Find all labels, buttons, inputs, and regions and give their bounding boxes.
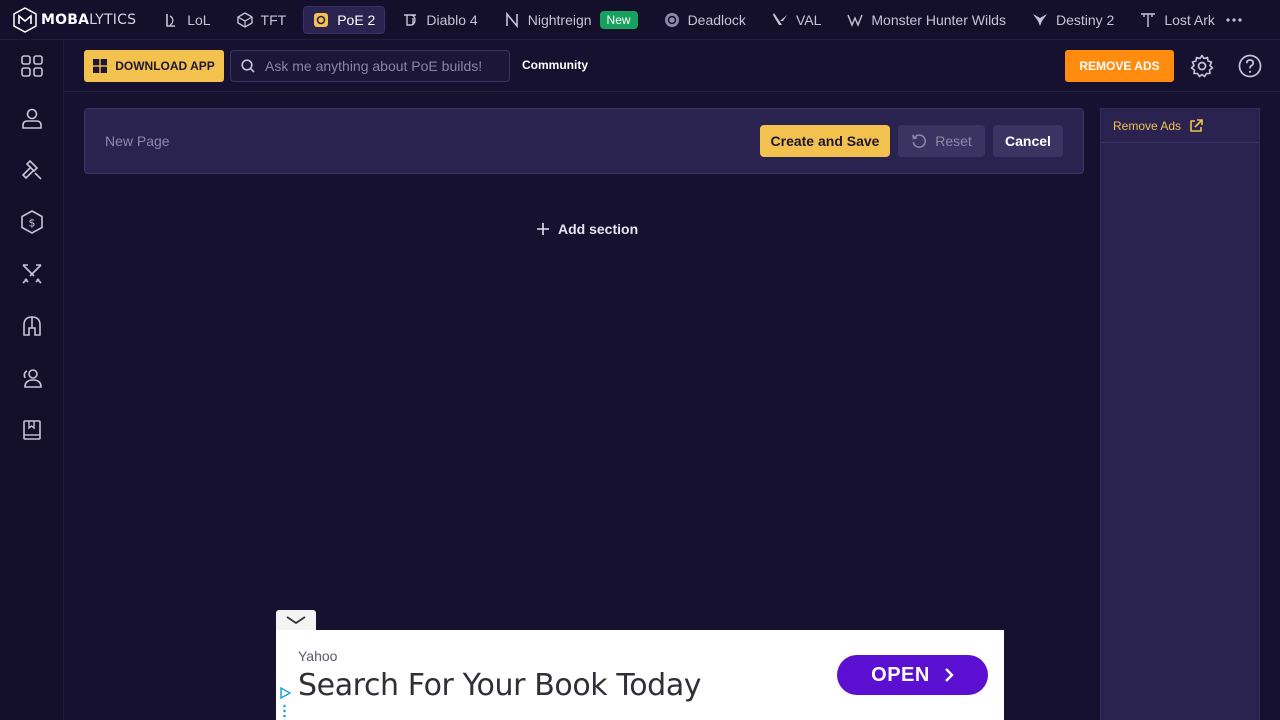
search-icon (241, 59, 255, 73)
game-tab-poe2[interactable]: PoE 2 (303, 5, 386, 34)
game-tab-destiny2[interactable]: Destiny 2 (1023, 6, 1123, 34)
deadlock-icon (664, 12, 680, 28)
community-people-icon (23, 369, 42, 388)
game-tab-label: PoE 2 (337, 11, 376, 28)
new-badge: New (599, 10, 638, 29)
ad-open-button[interactable]: OPEN (837, 655, 988, 695)
add-section-button[interactable]: Add section (536, 221, 638, 237)
page-header: DOWNLOAD APP Community REMOVE ADS (64, 40, 1280, 92)
remove-ads-link-label: Remove Ads (1113, 118, 1182, 133)
lost-ark-icon (1140, 12, 1156, 28)
sidebar-item-community[interactable] (0, 352, 63, 404)
right-panel-header: Remove Ads (1101, 109, 1259, 143)
more-games-icon[interactable] (1224, 10, 1244, 30)
game-tab-tft[interactable]: TFT (228, 6, 296, 34)
ad-collapse-button[interactable] (276, 610, 316, 630)
search-box[interactable] (230, 50, 510, 82)
sidebar-item-items[interactable] (0, 300, 63, 352)
game-tab-label: Deadlock (687, 11, 746, 28)
monster-hunter-icon (847, 12, 864, 28)
game-tab-lol[interactable]: LoL (154, 6, 219, 34)
game-tab-label: Destiny 2 (1055, 11, 1115, 28)
diablo4-icon (402, 12, 418, 28)
game-tab-deadlock[interactable]: Deadlock (655, 6, 755, 34)
external-link-icon (1190, 118, 1203, 132)
logo-text-light: LYTICS (89, 11, 137, 28)
chevron-down-icon (286, 616, 306, 624)
page-title-input[interactable]: New Page (105, 133, 170, 149)
chevron-right-icon (944, 668, 954, 682)
ad-source: Yahoo (298, 648, 338, 664)
page-editor-panel: New Page Create and Save Reset Cancel (84, 108, 1084, 174)
ad-banner[interactable]: Yahoo Search For Your Book Today OPEN (276, 630, 1004, 720)
windows-icon (93, 59, 108, 73)
sidebar-item-menu[interactable] (0, 40, 63, 92)
game-tab-label: LoL (187, 11, 211, 28)
game-tab-nightreign[interactable]: Nightreign New (495, 6, 647, 34)
helmet-icon (22, 316, 41, 336)
tft-icon (236, 11, 253, 28)
adchoices-icon[interactable] (279, 687, 291, 699)
destiny2-icon (1032, 12, 1048, 28)
help-icon[interactable] (1238, 54, 1262, 78)
game-tab-label: VAL (795, 11, 822, 28)
ad-headline[interactable]: Search For Your Book Today (298, 668, 702, 703)
reset-label: Reset (935, 133, 972, 149)
right-ad-panel: Remove Ads (1100, 108, 1260, 720)
game-tabs: LoL TFT PoE 2 Diablo 4 Nightreign New De… (154, 0, 1232, 40)
gear-icon[interactable] (1190, 54, 1214, 78)
reset-button[interactable]: Reset (898, 125, 985, 157)
plus-icon (537, 223, 549, 235)
profile-icon (21, 108, 42, 129)
swords-icon (21, 264, 42, 284)
poe2-icon (313, 12, 329, 28)
create-and-save-button[interactable]: Create and Save (760, 125, 890, 157)
game-tab-diablo4[interactable]: Diablo 4 (393, 6, 486, 34)
currency-icon: $ (20, 210, 43, 234)
community-link[interactable]: Community (522, 58, 588, 72)
sidebar-item-guides[interactable] (0, 404, 63, 456)
sidebar-item-builds[interactable] (0, 144, 63, 196)
cancel-button[interactable]: Cancel (993, 125, 1063, 157)
game-tab-label: Nightreign (527, 11, 592, 28)
download-app-label: DOWNLOAD APP (115, 59, 215, 73)
sidebar-item-profile[interactable] (0, 92, 63, 144)
builds-hammer-icon (21, 159, 42, 180)
mobalytics-logo[interactable]: MOBALYTICS (0, 0, 154, 40)
game-tab-label: Diablo 4 (426, 11, 478, 28)
search-input[interactable] (265, 58, 495, 74)
remove-ads-link[interactable]: Remove Ads (1113, 119, 1203, 133)
mobalytics-logo-icon (13, 6, 37, 33)
remove-ads-button[interactable]: REMOVE ADS (1065, 50, 1174, 82)
game-tab-label: Lost Ark (1164, 11, 1215, 28)
games-topbar: MOBALYTICS LoL TFT PoE 2 Diablo 4 Nightr… (0, 0, 1280, 40)
reset-icon (912, 134, 927, 148)
game-tab-label: Monster Hunter Wilds (871, 11, 1006, 28)
game-tab-monster-hunter[interactable]: Monster Hunter Wilds (838, 6, 1015, 34)
nightreign-icon (504, 11, 520, 28)
download-app-button[interactable]: DOWNLOAD APP (84, 50, 224, 82)
lol-icon (163, 12, 179, 28)
game-tab-val[interactable]: VAL (763, 6, 830, 34)
logo-text-bold: MOBA (41, 11, 90, 28)
sidebar-item-currency[interactable]: $ (0, 196, 63, 248)
ad-open-label: OPEN (871, 663, 930, 686)
add-section-label: Add section (558, 221, 639, 237)
left-sidebar: $ (0, 40, 64, 720)
guide-book-icon (22, 420, 41, 440)
svg-text:$: $ (28, 217, 35, 230)
ad-menu-dots-icon[interactable] (283, 704, 286, 718)
game-tab-lost-ark[interactable]: Lost Ark (1131, 6, 1224, 34)
game-tab-label: TFT (260, 11, 287, 28)
valorant-icon (772, 12, 788, 28)
grid-icon (20, 55, 43, 77)
sidebar-item-swords[interactable] (0, 248, 63, 300)
